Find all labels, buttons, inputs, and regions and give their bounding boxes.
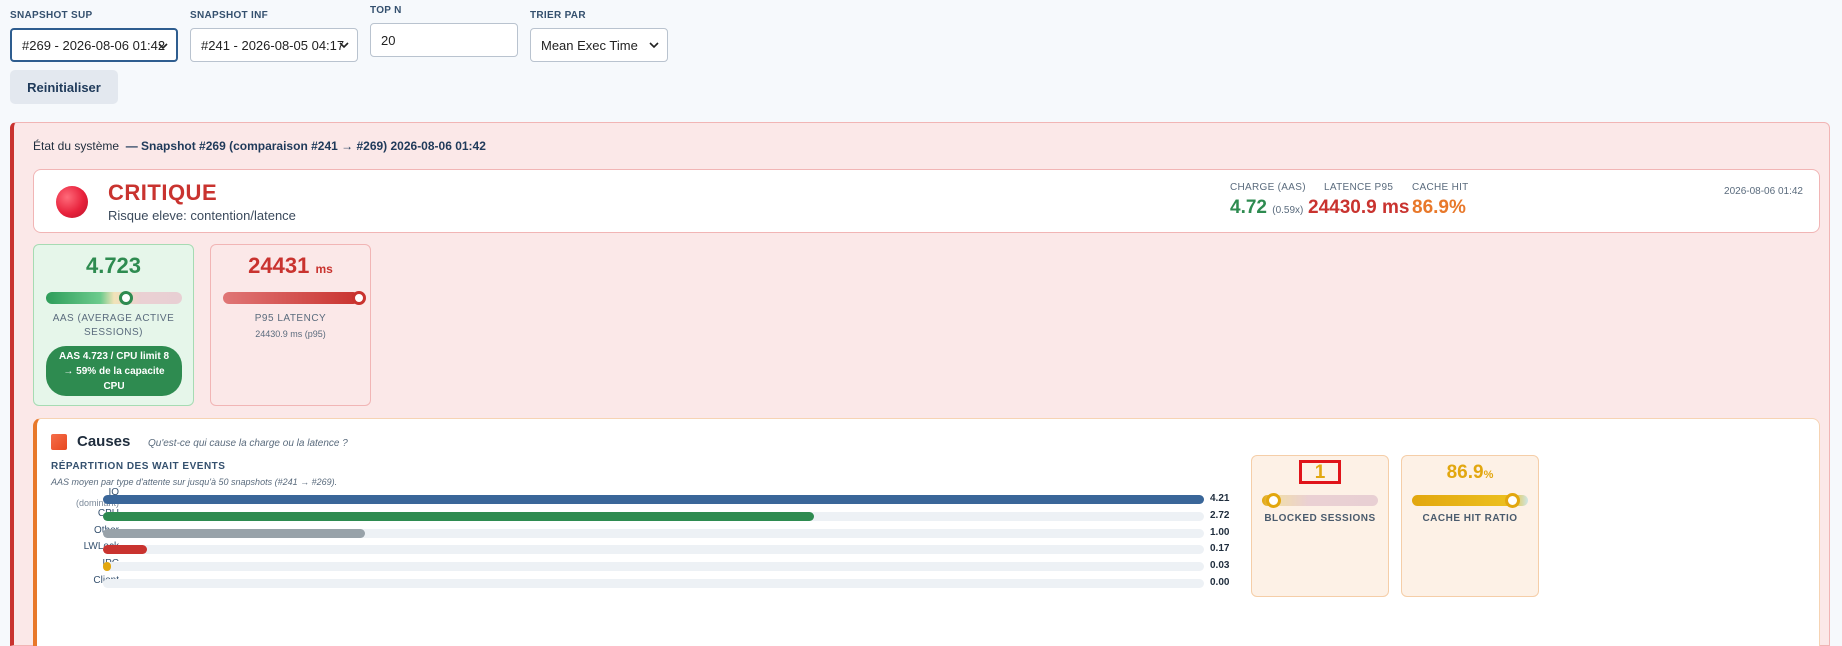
aas-card: 4.723 AAS (AVERAGE ACTIVE SESSIONS) AAS … [33,244,194,406]
cache-hit-value-wrap: 86.9% [1402,462,1538,484]
wait-events-subtitle: AAS moyen par type d'attente sur jusqu'à… [51,477,338,487]
snapshot-sup-group: SNAPSHOT SUP #269 - 2026-08-06 01:42 [10,10,178,62]
snapshot-inf-label: SNAPSHOT INF [190,10,269,21]
wait-bar-value: 0.17 [1210,543,1230,555]
wait-bar-row: IPC0.03 [51,558,1229,574]
kpi-charge: CHARGE (AAS) 4.72 (0.59x) [1230,182,1306,219]
wait-bar-value: 0.00 [1210,577,1230,588]
p95-label: P95 LATENCY [254,313,327,324]
wait-bar-value: 1.00 [1210,526,1230,538]
kpi-charge-value: 4.72 [1230,197,1267,218]
cache-hit-value: 86.9 [1446,462,1484,483]
sort-by-value: Mean Exec Time [541,37,638,53]
wait-bar-value: 4.21 [1210,493,1230,504]
kpi-latency-value: 24430.9 ms [1308,197,1410,218]
p95-gauge [223,292,359,304]
status-state: CRITIQUE [108,180,218,205]
wait-bar-row: IO (dominant) 4.21 [51,487,1230,508]
health-header-prefix: État du système [33,139,120,153]
cache-hit-card: 86.9% CACHE HIT RATIO [1401,455,1539,597]
snapshot-sup-select[interactable]: #269 - 2026-08-06 01:42 [10,28,178,62]
top-n-input[interactable]: 20 [370,23,518,57]
cache-hit-label: CACHE HIT RATIO [1422,513,1518,524]
kpi-latency-label: LATENCE P95 [1324,182,1394,193]
causes-title: Causes [77,433,131,450]
wait-bar-track [103,545,1204,555]
wait-bar-fill [103,528,365,538]
kpi-cache: CACHE HIT 86.9% [1412,182,1469,219]
wait-bar-fill [103,562,111,572]
sort-by-label: TRIER PAR [530,10,586,21]
kpi-charge-label: CHARGE (AAS) [1230,182,1306,193]
status-subtitle: Risque eleve: contention/latence [108,208,296,223]
filter-bar: SNAPSHOT SUP #269 - 2026-08-06 01:42 SNA… [0,0,1842,118]
wait-bar-row: Client0.00 [51,575,1229,591]
kpi-charge-note: (0.59x) [1272,205,1304,216]
chevron-down-icon [649,40,659,50]
wait-bar-row: LWLock 0.17 [51,541,1229,557]
sort-by-group: TRIER PAR Mean Exec Time [530,10,668,62]
kpi-cache-value: 86.9% [1412,197,1466,218]
wait-events-title: RÉPARTITION DES WAIT EVENTS [51,461,226,472]
kpi-cache-label: CACHE HIT [1412,182,1469,193]
status-timestamp: 2026-08-06 01:42 [1724,186,1803,197]
p95-unit: ms [315,262,333,276]
health-header-detail: — Snapshot #269 (comparaison #241 → #269… [125,139,486,153]
p95-sub: 24430.9 ms (p95) [255,329,326,339]
wait-bar-fill [103,545,148,555]
chevron-down-icon [339,40,349,50]
wait-bar-fill [103,511,815,521]
wait-bar-value: 0.03 [1210,560,1230,572]
sort-by-select[interactable]: Mean Exec Time [530,28,668,62]
top-n-group: TOP N 20 [370,5,518,57]
top-n-value: 20 [381,32,396,48]
blocked-label: BLOCKED SESSIONS [1264,513,1376,524]
p95-value-wrap: 24431 ms [211,253,370,279]
causes-section: Causes Qu'est-ce qui cause la charge ou … [33,418,1820,646]
kpi-latency: LATENCE P95 24430.9 ms [1308,182,1409,219]
snapshot-inf-value: #241 - 2026-08-05 04:17 [201,37,345,53]
wait-bar-value: 2.72 [1210,509,1230,521]
p95-value: 24431 [248,253,310,278]
snapshot-inf-group: SNAPSHOT INF #241 - 2026-08-05 04:17 [190,10,358,62]
status-banner: CRITIQUE Risque eleve: contention/latenc… [33,169,1820,233]
health-header: État du système — Snapshot #269 (compara… [33,139,486,153]
blocked-gauge-knob [1266,493,1282,508]
causes-icon [51,434,67,450]
snapshot-inf-select[interactable]: #241 - 2026-08-05 04:17 [190,28,358,62]
kpi-charge-value-wrap: 4.72 (0.59x) [1230,197,1306,219]
wait-bar-row: Other1.00 [51,525,1229,541]
wait-bar-track [103,528,1204,538]
snapshot-sup-value: #269 - 2026-08-06 01:42 [22,37,166,53]
reset-button[interactable]: Reinitialiser [10,70,118,104]
cache-hit-unit: % [1483,469,1494,481]
p95-gauge-knob [352,291,366,305]
wait-bar-track [103,579,1204,588]
wait-bar-fill [103,495,1204,504]
wait-bar-track [103,495,1204,504]
snapshot-sup-label: SNAPSHOT SUP [10,10,93,21]
aas-gauge [46,292,182,304]
p95-card: 24431 ms P95 LATENCY 24430.9 ms (p95) [210,244,371,406]
wait-bar-row: CPU2.72 [51,508,1229,524]
top-n-label: TOP N [370,5,402,16]
blocked-sessions-card: 1 BLOCKED SESSIONS [1251,455,1389,597]
highlight-box [1299,460,1341,484]
aas-value: 4.723 [85,253,142,278]
wait-bar-track [103,511,1204,521]
causes-hint: Qu'est-ce qui cause la charge ou la late… [148,438,348,449]
system-health-panel: État du système — Snapshot #269 (compara… [10,122,1830,646]
aas-capacity-pill: AAS 4.723 / CPU limit 8 → 59% de la capa… [46,346,182,396]
chevron-down-icon [158,41,168,51]
wait-bar-track [103,562,1204,572]
aas-label: AAS (AVERAGE ACTIVE SESSIONS) [52,313,175,338]
critical-status-dot-icon [56,186,88,218]
